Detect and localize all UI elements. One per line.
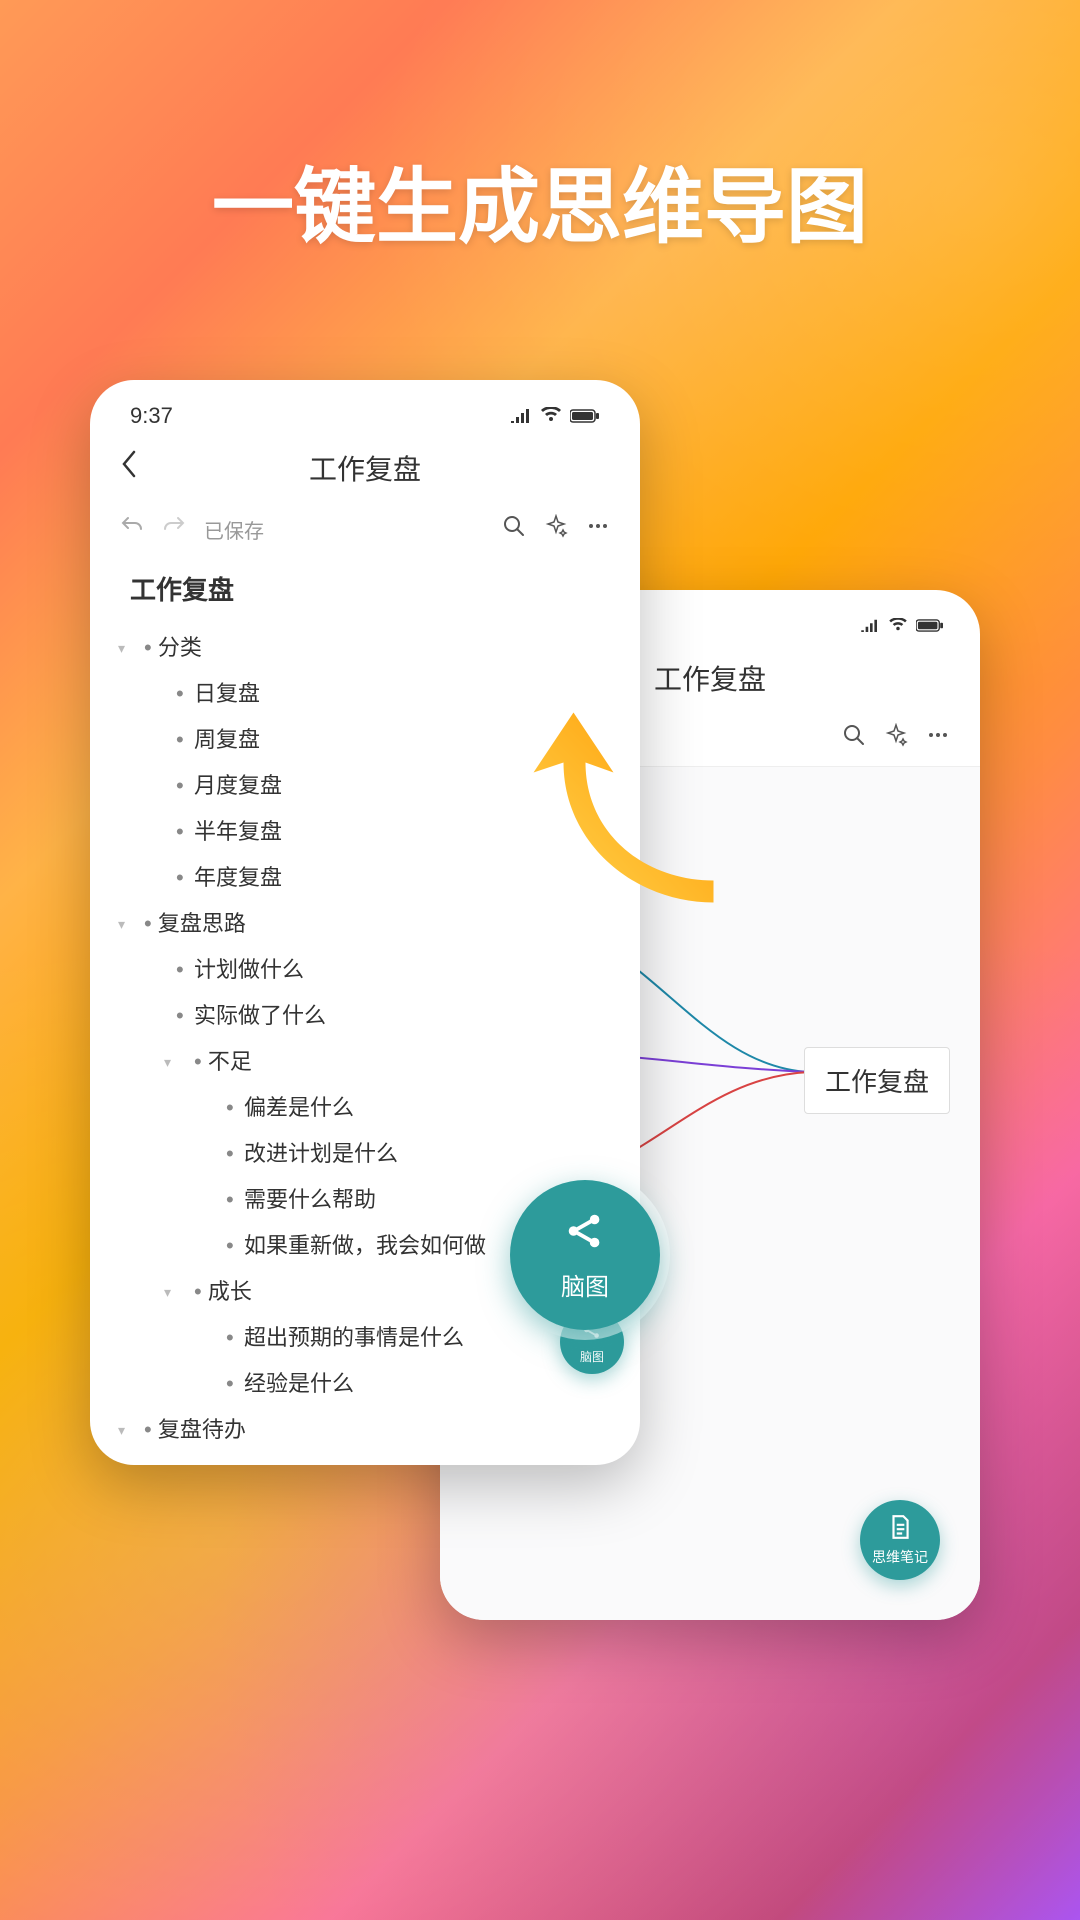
outline-content[interactable]: 工作复盘 分类 日复盘 周复盘 月度复盘 半年复盘 年度复盘 复盘思路 计划做什… [90, 558, 640, 1465]
sparkle-button[interactable] [884, 723, 908, 754]
status-time: 9:37 [130, 403, 173, 429]
outline-title[interactable]: 工作复盘 [130, 570, 606, 607]
outline-node[interactable]: 经验是什么 [124, 1361, 606, 1407]
outline-node[interactable]: 不足 [124, 1039, 606, 1085]
wifi-icon [540, 403, 562, 429]
mindmap-fab-button-large[interactable]: 脑图 [510, 1180, 660, 1330]
fab-label: 脑图 [561, 1267, 609, 1302]
battery-icon [916, 615, 944, 638]
status-bar: 9:37 [90, 380, 640, 434]
undo-button[interactable] [120, 514, 144, 545]
saved-status: 已保存 [204, 515, 264, 544]
mindnote-fab-button[interactable]: 思维笔记 [860, 1500, 940, 1580]
search-button[interactable] [842, 723, 866, 754]
more-button[interactable] [586, 514, 610, 545]
outline-node[interactable]: 分类 [124, 625, 606, 671]
battery-icon [570, 403, 600, 429]
outline-node[interactable]: 实际做了什么 [124, 993, 606, 1039]
signal-icon [860, 615, 880, 638]
nav-bar: 工作复盘 [90, 434, 640, 501]
transform-arrow-icon [514, 703, 759, 943]
outline-node[interactable]: 超出预期的事情是什么 [124, 1315, 606, 1361]
fab-label: 脑图 [580, 1348, 604, 1365]
editor-toolbar: 已保存 [90, 501, 640, 558]
page-title: 工作复盘 [90, 448, 640, 488]
outline-node[interactable]: 偏差是什么 [124, 1085, 606, 1131]
outline-node[interactable]: 改进计划是什么 [124, 1131, 606, 1177]
wifi-icon [888, 615, 908, 638]
document-icon [887, 1514, 913, 1545]
signal-icon [510, 403, 532, 429]
outline-node[interactable]: 计划做什么 [124, 947, 606, 993]
more-button[interactable] [926, 723, 950, 754]
redo-button[interactable] [162, 514, 186, 545]
headline-text: 一键生成思维导图 [0, 140, 1080, 259]
sparkle-button[interactable] [544, 514, 568, 545]
outline-node[interactable]: 复盘待办 [124, 1407, 606, 1453]
search-button[interactable] [502, 514, 526, 545]
share-icon [562, 1208, 608, 1259]
fab-label: 思维笔记 [872, 1547, 928, 1567]
mindmap-root-node[interactable]: 工作复盘 [804, 1047, 950, 1114]
